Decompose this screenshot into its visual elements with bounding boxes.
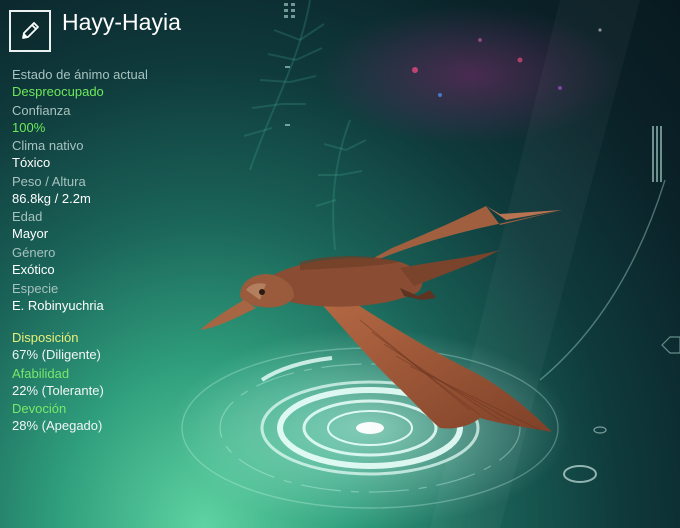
stat-climate: Clima nativo Tóxico (12, 137, 232, 173)
stat-label: Peso / Altura (12, 173, 86, 189)
stat-value: E. Robinyuchria (12, 297, 104, 313)
stat-label: Género (12, 244, 56, 260)
stat-value: Despreocupado (12, 84, 104, 99)
trait-disposition: Disposición 67% (Diligente) (12, 329, 232, 365)
trait-label: Disposición (12, 330, 79, 345)
stat-label: Especie (12, 280, 59, 296)
trait-affability: Afabilidad 22% (Tolerante) (12, 365, 232, 401)
creature-traits-panel: Disposición 67% (Diligente) Afabilidad 2… (12, 329, 232, 436)
stat-label: Clima nativo (12, 138, 84, 154)
stat-label: Confianza (12, 102, 71, 118)
stat-value: Tóxico (12, 155, 51, 171)
trait-label: Devoción (12, 401, 67, 417)
stat-mood: Estado de ánimo actual Despreocupado (12, 66, 232, 102)
stat-value: Mayor (12, 226, 49, 242)
trait-value: 22% (Tolerante) (12, 382, 104, 398)
stat-value: Exótico (12, 261, 55, 277)
stat-weight-height: Peso / Altura 86.8kg / 2.2m (12, 173, 232, 209)
stat-label: Estado de ánimo actual (12, 67, 148, 82)
stat-value: 100% (12, 119, 46, 135)
stat-species: Especie E. Robinyuchria (12, 280, 232, 316)
hud-hexagon (661, 336, 680, 354)
stat-age: Edad Mayor (12, 208, 232, 244)
trait-value: 67% (Diligente) (12, 347, 101, 362)
creature-stats-panel: Estado de ánimo actual Despreocupado Con… (12, 66, 232, 315)
creature-name: Hayy-Hayia (62, 9, 181, 35)
trait-label: Afabilidad (12, 365, 70, 381)
edit-name-button[interactable] (9, 10, 51, 52)
trait-devotion: Devoción 28% (Apegado) (12, 400, 232, 436)
stat-trust: Confianza 100% (12, 102, 232, 138)
stat-label: Edad (12, 209, 43, 225)
stat-gender: Género Exótico (12, 244, 232, 280)
stat-value: 86.8kg / 2.2m (12, 190, 91, 206)
trait-value: 28% (Apegado) (12, 418, 103, 434)
pencil-icon (22, 22, 39, 39)
